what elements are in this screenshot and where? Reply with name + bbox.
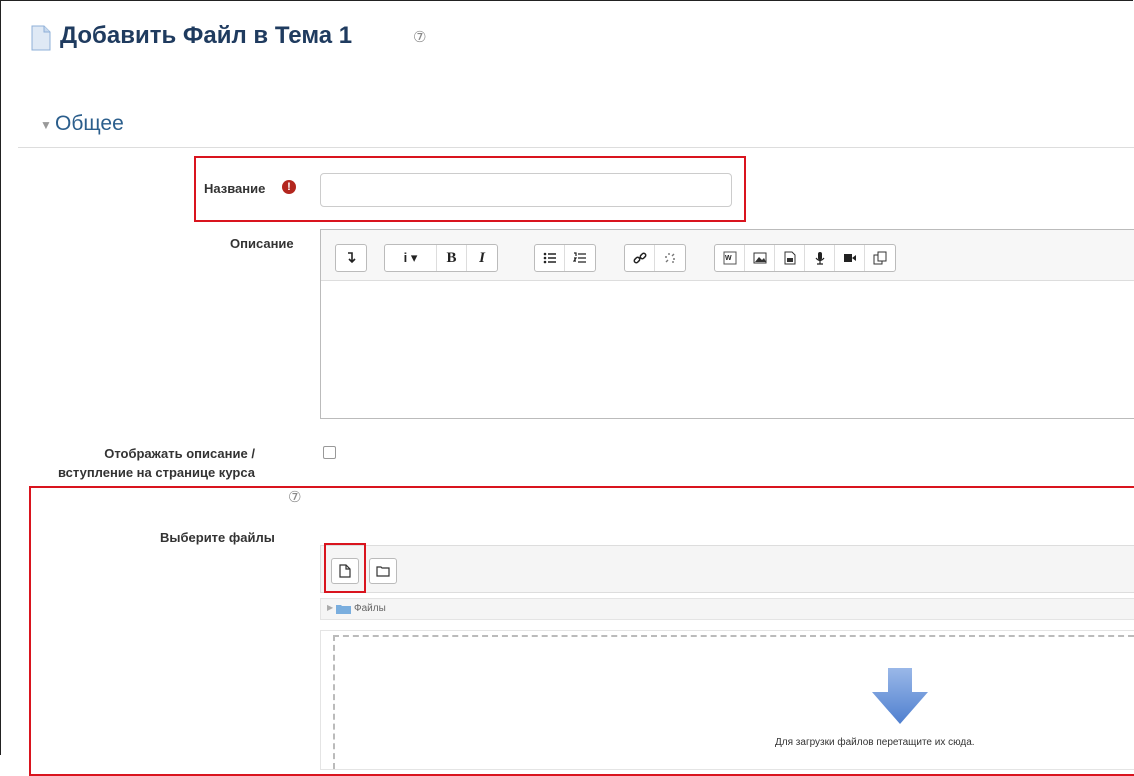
copy-icon[interactable] (865, 245, 895, 271)
question-circle-icon[interactable]: ⑦ (413, 28, 426, 46)
show-description-label: Отображать описание / вступление на стра… (58, 444, 255, 482)
description-label: Описание (230, 236, 294, 251)
show-description-label-line2: вступление на странице курса (58, 465, 255, 480)
folder-icon (336, 605, 351, 614)
section-divider (18, 147, 1134, 148)
link-icon[interactable] (625, 245, 655, 271)
bullet-list-icon[interactable] (535, 245, 565, 271)
file-icon (31, 25, 51, 51)
editor-toolbar: i ▾ B I W (321, 230, 1134, 281)
word-paste-icon[interactable]: W (715, 245, 745, 271)
caret-down-icon[interactable]: ▼ (40, 118, 52, 132)
highlight-name-box (194, 156, 746, 222)
dropzone-text: Для загрузки файлов перетащите их сюда. (775, 737, 975, 748)
svg-text:W: W (725, 255, 732, 262)
create-folder-icon[interactable] (369, 558, 397, 584)
image-icon[interactable] (745, 245, 775, 271)
files-label: Выберите файлы (160, 530, 275, 545)
description-editor[interactable]: i ▾ B I W (320, 229, 1134, 419)
video-icon[interactable] (835, 245, 865, 271)
caret-right-icon: ▶ (327, 603, 334, 612)
toolbar-group-media: W (714, 244, 896, 272)
filepicker-toolbar (320, 545, 1134, 593)
toolbar-group-lists (534, 244, 596, 272)
filepicker-path-bar: ▶ Файлы (320, 598, 1134, 620)
microphone-icon[interactable] (805, 245, 835, 271)
show-description-checkbox[interactable] (323, 446, 336, 459)
dropzone-dashed-border (333, 635, 1134, 769)
arrow-down-icon[interactable] (336, 245, 366, 271)
show-description-label-line1: Отображать описание / (104, 446, 255, 461)
info-dropdown-icon[interactable]: i ▾ (385, 245, 437, 271)
toolbar-group-format: i ▾ B I (384, 244, 498, 272)
page-title: Добавить Файл в Тема 1 (60, 22, 353, 49)
bold-icon[interactable]: B (437, 245, 467, 271)
numbered-list-icon[interactable] (565, 245, 595, 271)
path-files-link[interactable]: Файлы (354, 603, 386, 614)
section-general-title[interactable]: Общее (55, 112, 124, 136)
toolbar-group-links (624, 244, 686, 272)
file-dropzone[interactable] (320, 630, 1134, 770)
unlink-icon[interactable] (655, 245, 685, 271)
media-icon[interactable] (775, 245, 805, 271)
highlight-add-file-box (324, 543, 366, 593)
upload-arrow-icon (872, 668, 928, 724)
toolbar-group-collapse (335, 244, 367, 272)
editor-content-area[interactable] (321, 280, 1134, 418)
italic-icon[interactable]: I (467, 245, 497, 271)
